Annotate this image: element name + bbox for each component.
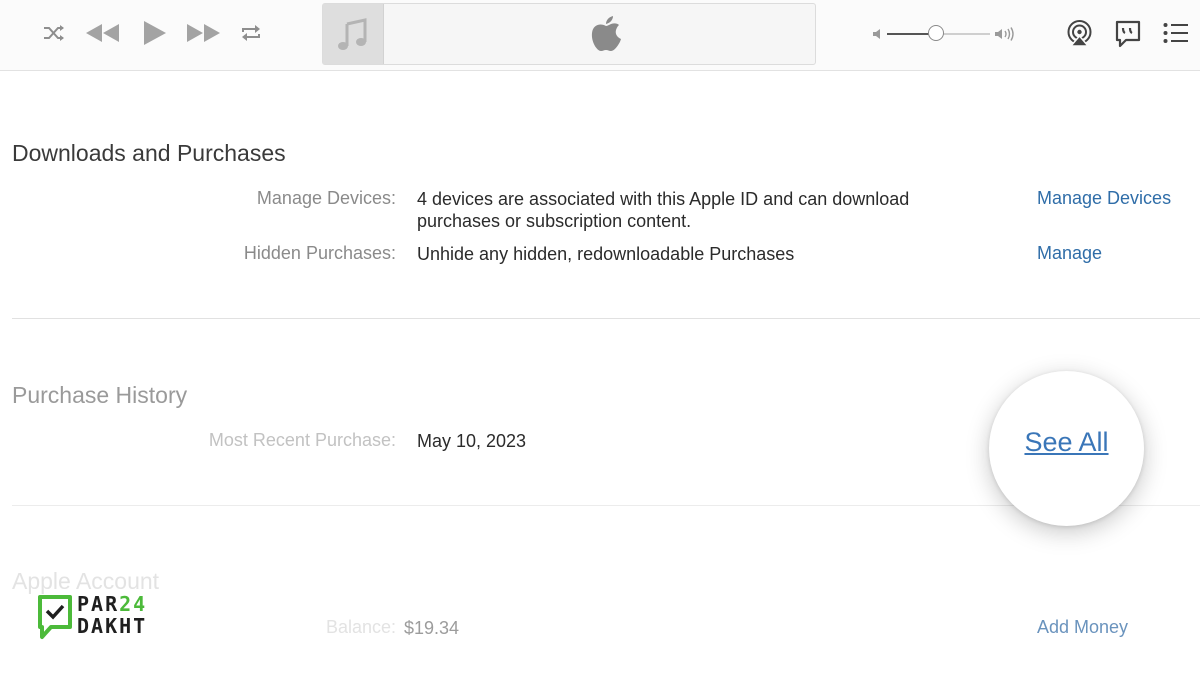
manage-hidden-purchases-link[interactable]: Manage — [1037, 243, 1102, 264]
volume-slider-knob[interactable] — [928, 25, 944, 41]
airplay-icon[interactable] — [1066, 20, 1093, 47]
volume-low-icon — [873, 29, 880, 39]
now-playing-display — [322, 3, 816, 65]
music-note-icon — [338, 18, 367, 50]
play-icon[interactable] — [142, 20, 168, 46]
album-art-placeholder — [323, 4, 384, 64]
repeat-icon[interactable] — [240, 23, 262, 43]
most-recent-purchase-label: Most Recent Purchase: — [208, 430, 396, 450]
manage-devices-label: Manage Devices: — [256, 188, 396, 208]
logo-line-1-number: 24 — [119, 592, 148, 616]
par24dakht-watermark-logo: PAR24 DAKHT — [37, 592, 177, 644]
manage-devices-description-line2: purchases or subscription content. — [417, 211, 692, 231]
see-all-link[interactable]: See All — [989, 427, 1144, 458]
manage-devices-description-line1: 4 devices are associated with this Apple… — [417, 189, 910, 209]
downloads-section-title: Downloads and Purchases — [12, 140, 286, 166]
lyrics-icon[interactable] — [1114, 20, 1142, 48]
volume-high-icon — [995, 27, 1014, 41]
balance-value: $19.34 — [404, 618, 460, 638]
magnifier-highlight: See All — [989, 371, 1144, 526]
hidden-purchases-label: Hidden Purchases: — [243, 243, 396, 263]
manage-devices-description: 4 devices are associated with this Apple… — [417, 188, 977, 232]
hidden-purchases-description: Unhide any hidden, redownloadable Purcha… — [417, 244, 795, 264]
logo-line-1: PAR24 — [77, 592, 147, 616]
shuffle-icon[interactable] — [42, 22, 66, 44]
list-icon[interactable] — [1163, 22, 1189, 44]
apple-logo-icon — [591, 16, 621, 51]
logo-line-1-text: PAR — [77, 592, 120, 616]
rewind-icon[interactable] — [85, 23, 120, 43]
manage-devices-link[interactable]: Manage Devices — [1037, 188, 1171, 209]
volume-control[interactable] — [872, 25, 1018, 43]
apple-account-title: Apple Account — [12, 568, 160, 594]
most-recent-purchase-date: May 10, 2023 — [417, 431, 527, 451]
player-toolbar — [0, 0, 1200, 71]
chat-check-logo-icon — [38, 595, 72, 639]
add-money-link[interactable]: Add Money — [1037, 617, 1128, 638]
logo-line-2: DAKHT — [77, 614, 148, 638]
fast-forward-icon[interactable] — [186, 23, 221, 43]
section-divider — [12, 318, 1200, 319]
purchase-history-title: Purchase History — [12, 382, 188, 408]
